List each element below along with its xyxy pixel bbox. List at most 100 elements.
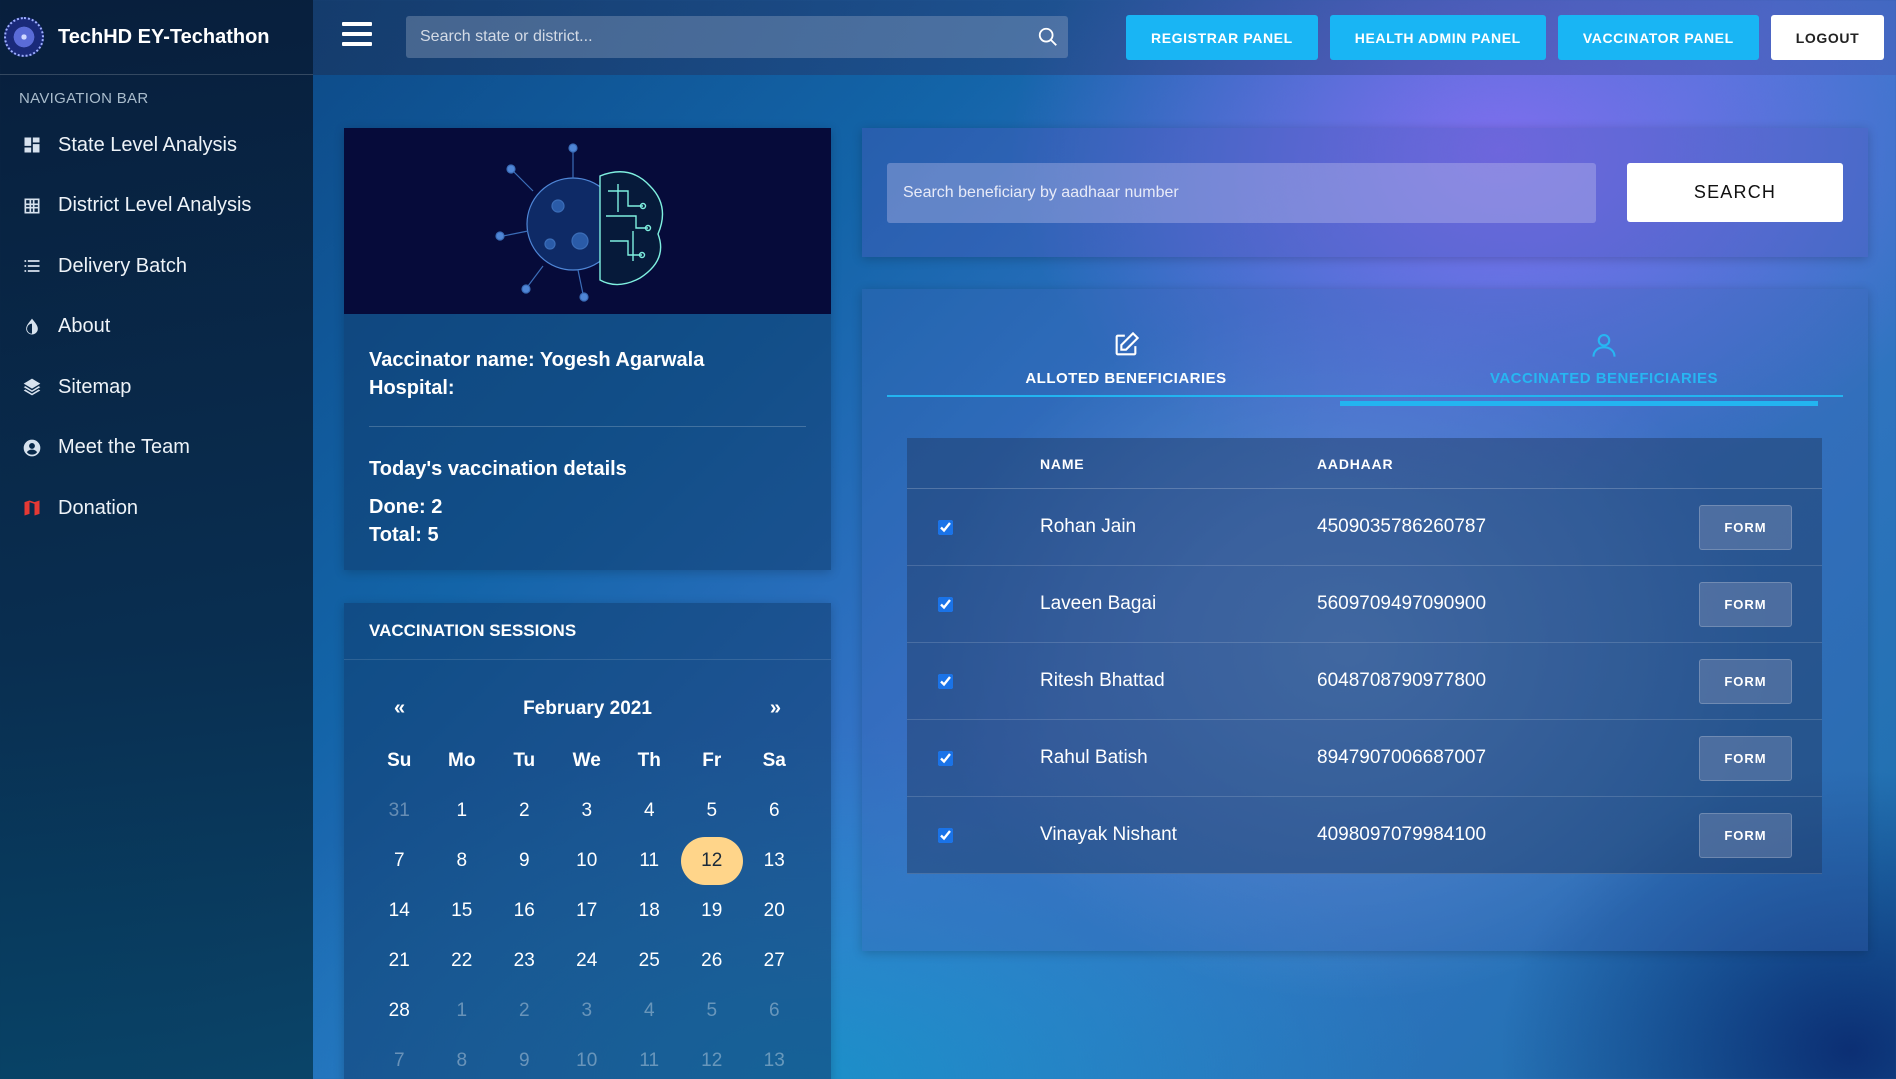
sessions-title: VACCINATION SESSIONS <box>344 603 831 660</box>
calendar-day[interactable]: 19 <box>681 886 744 936</box>
calendar-day[interactable]: 28 <box>368 986 431 1036</box>
form-button[interactable]: FORM <box>1699 504 1792 550</box>
calendar-day[interactable]: 5 <box>681 786 744 836</box>
calendar-day-number: 17 <box>576 900 598 921</box>
calendar-day[interactable]: 3 <box>556 786 619 836</box>
form-button[interactable]: FORM <box>1699 812 1792 858</box>
beneficiary-aadhaar: 8947907006687007 <box>1317 747 1487 768</box>
row-checkbox[interactable] <box>938 750 953 766</box>
sidebar-item-meet-the-team[interactable]: Meet the Team <box>0 418 313 479</box>
sidebar-item-label: Delivery Batch <box>58 254 187 277</box>
edit-icon <box>1112 331 1140 364</box>
calendar-day[interactable]: 2 <box>493 786 556 836</box>
calendar-day[interactable]: 11 <box>618 1036 681 1079</box>
sidebar-item-district-level-analysis[interactable]: District Level Analysis <box>0 176 313 237</box>
sidebar-item-label: About <box>58 315 111 338</box>
prev-month-button[interactable]: « <box>394 697 405 720</box>
vaccinator-panel-button[interactable]: VACCINATOR PANEL <box>1557 15 1759 60</box>
calendar-day[interactable]: 15 <box>431 886 494 936</box>
beneficiary-search-card: SEARCH <box>862 128 1868 257</box>
calendar-day-number: 7 <box>393 1050 405 1071</box>
calendar-day[interactable]: 8 <box>431 836 494 886</box>
calendar-day-number: 13 <box>763 1050 785 1071</box>
form-button[interactable]: FORM <box>1699 658 1792 704</box>
calendar-day[interactable]: 6 <box>743 986 806 1036</box>
nav-caption: NAVIGATION BAR <box>19 90 149 107</box>
calendar-day[interactable]: 14 <box>368 886 431 936</box>
sidebar-item-donation[interactable]: Donation <box>0 478 313 539</box>
calendar-day[interactable]: 18 <box>618 886 681 936</box>
health-admin-panel-button[interactable]: HEALTH ADMIN PANEL <box>1329 15 1546 60</box>
sidebar-item-delivery-batch[interactable]: Delivery Batch <box>0 236 313 297</box>
calendar-day[interactable]: 1 <box>431 986 494 1036</box>
done-count: Done: 2 <box>369 496 443 518</box>
calendar-day[interactable]: 3 <box>556 986 619 1036</box>
calendar-day[interactable]: 9 <box>493 836 556 886</box>
calendar-day[interactable]: 4 <box>618 786 681 836</box>
form-button[interactable]: FORM <box>1699 735 1792 781</box>
calendar-day[interactable]: 6 <box>743 786 806 836</box>
vaccination-sessions-card: VACCINATION SESSIONS « February 2021 » S… <box>344 603 831 1079</box>
sidebar-item-label: District Level Analysis <box>58 194 252 217</box>
calendar-day[interactable]: 24 <box>556 936 619 986</box>
calendar-day[interactable]: 16 <box>493 886 556 936</box>
calendar-day[interactable]: 10 <box>556 836 619 886</box>
sidebar-item-about[interactable]: About <box>0 297 313 358</box>
calendar-day[interactable]: 31 <box>368 786 431 836</box>
list-icon <box>20 254 44 278</box>
calendar-day[interactable]: 22 <box>431 936 494 986</box>
calendar-day[interactable]: 4 <box>618 986 681 1036</box>
calendar-day[interactable]: 2 <box>493 986 556 1036</box>
calendar-day[interactable]: 11 <box>618 836 681 886</box>
calendar-day[interactable]: 7 <box>368 1036 431 1079</box>
calendar-day[interactable]: 8 <box>431 1036 494 1079</box>
row-checkbox[interactable] <box>938 596 953 612</box>
calendar-day[interactable]: 7 <box>368 836 431 886</box>
calendar-day-number: 27 <box>763 950 785 971</box>
calendar-day[interactable]: 12 <box>681 1036 744 1079</box>
calendar-day[interactable]: 5 <box>681 986 744 1036</box>
row-checkbox[interactable] <box>938 827 953 843</box>
table-row: Rahul Batish 8947907006687007 FORM <box>907 720 1822 797</box>
calendar-day[interactable]: 25 <box>618 936 681 986</box>
tab-vaccinated-beneficiaries[interactable]: VACCINATED BENEFICIARIES <box>1365 331 1843 395</box>
calendar-day[interactable]: 10 <box>556 1036 619 1079</box>
calendar-day-number: 1 <box>456 1000 468 1021</box>
tab-alloted-beneficiaries[interactable]: ALLOTED BENEFICIARIES <box>887 331 1365 395</box>
calendar-day-number: 9 <box>518 1050 530 1071</box>
next-month-button[interactable]: » <box>770 697 781 720</box>
calendar-day[interactable]: 26 <box>681 936 744 986</box>
calendar-day[interactable]: 9 <box>493 1036 556 1079</box>
calendar-day[interactable]: 12 <box>680 836 744 886</box>
brand[interactable]: TechHD EY-Techathon <box>0 0 313 75</box>
aadhaar-search-input[interactable] <box>887 163 1596 223</box>
sidebar-item-sitemap[interactable]: Sitemap <box>0 357 313 418</box>
calendar-day-number: 19 <box>701 900 723 921</box>
calendar-day[interactable]: 27 <box>743 936 806 986</box>
brand-logo <box>4 17 44 57</box>
sidebar: TechHD EY-Techathon NAVIGATION BAR State… <box>0 0 313 1079</box>
calendar-day[interactable]: 13 <box>743 1036 806 1079</box>
sidebar-item-state-level-analysis[interactable]: State Level Analysis <box>0 115 313 176</box>
beneficiary-aadhaar: 6048708790977800 <box>1317 670 1487 691</box>
calendar-day[interactable]: 1 <box>431 786 494 836</box>
row-checkbox[interactable] <box>938 519 953 535</box>
logout-button[interactable]: LOGOUT <box>1770 15 1885 60</box>
table-row: Laveen Bagai 5609709497090900 FORM <box>907 566 1822 643</box>
hospital-name: Hospital: <box>369 377 455 399</box>
calendar-day[interactable]: 20 <box>743 886 806 936</box>
calendar-day[interactable]: 17 <box>556 886 619 936</box>
search-icon[interactable] <box>1028 26 1068 48</box>
calendar-day[interactable]: 13 <box>743 836 806 886</box>
menu-icon[interactable] <box>342 22 372 46</box>
calendar-day[interactable]: 23 <box>493 936 556 986</box>
row-checkbox[interactable] <box>938 673 953 689</box>
search-button[interactable]: SEARCH <box>1627 163 1843 222</box>
calendar-day-number: 3 <box>581 800 593 821</box>
calendar-day-number: 5 <box>706 800 718 821</box>
search-input[interactable] <box>406 16 1028 58</box>
registrar-panel-button[interactable]: REGISTRAR PANEL <box>1126 15 1318 60</box>
form-button[interactable]: FORM <box>1699 581 1792 627</box>
calendar-day[interactable]: 21 <box>368 936 431 986</box>
calendar-day-number: 8 <box>456 1050 468 1071</box>
